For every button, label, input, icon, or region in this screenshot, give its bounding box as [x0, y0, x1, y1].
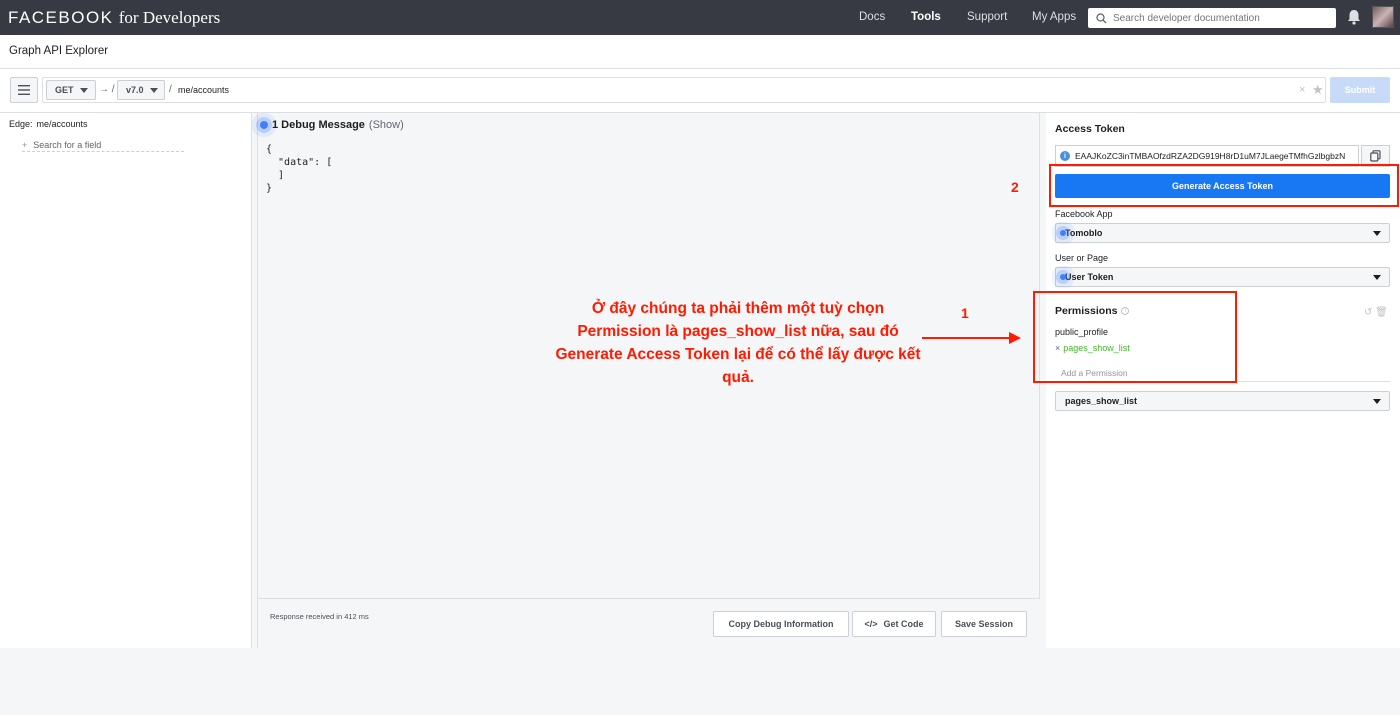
facebook-app-value: Tomoblo: [1065, 228, 1103, 238]
method-value: GET: [55, 85, 74, 95]
annotation-note: Ở đây chúng ta phải thêm một tuỳ chọn Pe…: [555, 300, 921, 386]
menu-button[interactable]: [10, 77, 38, 103]
edge-label: Edge:: [9, 119, 33, 129]
hamburger-icon: [18, 85, 30, 95]
brand-logo[interactable]: FACEBOOK for Developers: [8, 8, 220, 28]
path-separator: → /: [99, 84, 115, 95]
field-search[interactable]: + Search for a field: [22, 140, 184, 152]
user-or-page-value: User Token: [1065, 272, 1114, 282]
field-panel: Edge: me/accounts + Search for a field: [0, 113, 252, 648]
search-icon: [1096, 12, 1107, 23]
title-bar: Graph API Explorer: [0, 35, 1400, 69]
chevron-down-icon: [149, 87, 158, 93]
get-code-label: Get Code: [883, 619, 924, 629]
request-url-box: GET → / v7.0 / me/accounts × ★: [42, 77, 1326, 103]
get-code-button[interactable]: </> Get Code: [852, 611, 936, 637]
facebook-app-select[interactable]: Tomoblo: [1055, 223, 1390, 243]
path-input[interactable]: me/accounts: [178, 85, 229, 95]
highlight-dot-icon: [1060, 274, 1066, 280]
nav-support[interactable]: Support: [967, 11, 1007, 23]
chevron-down-icon: [1373, 231, 1381, 236]
response-json: { "data": [ ] }: [266, 144, 333, 194]
copy-debug-button[interactable]: Copy Debug Information: [713, 611, 849, 637]
page-title: Graph API Explorer: [9, 45, 109, 57]
undo-icon[interactable]: ↺: [1364, 307, 1372, 318]
highlight-dot-icon: [260, 121, 268, 129]
favorite-star-icon[interactable]: ★: [1312, 82, 1324, 98]
path-slash: /: [169, 84, 172, 95]
version-value: v7.0: [126, 85, 144, 95]
chevron-down-icon: [1373, 275, 1381, 280]
nav-tools[interactable]: Tools: [911, 11, 941, 23]
response-status: Response received in 412 ms: [270, 612, 369, 621]
code-icon: </>: [864, 619, 878, 629]
debug-show-toggle[interactable]: (Show): [369, 119, 404, 131]
trash-icon[interactable]: 🗑: [1375, 307, 1388, 318]
highlight-dot-icon: [1060, 230, 1066, 236]
permission-select[interactable]: pages_show_list: [1055, 391, 1390, 411]
doc-search[interactable]: [1088, 8, 1336, 28]
user-or-page-label: User or Page: [1055, 253, 1109, 263]
version-select[interactable]: v7.0: [117, 80, 165, 100]
annotation-number-2: 2: [1011, 179, 1019, 195]
access-token-label: Access Token: [1055, 123, 1125, 135]
annotation-number-1: 1: [961, 305, 969, 321]
save-session-button[interactable]: Save Session: [941, 611, 1027, 637]
permission-tools: ↺ 🗑: [1364, 307, 1388, 318]
copy-icon: [1370, 150, 1381, 162]
top-nav-bar: FACEBOOK for Developers Docs Tools Suppo…: [0, 0, 1400, 35]
edge-line: Edge: me/accounts: [9, 119, 88, 129]
annotation-box-generate: [1049, 164, 1399, 207]
annotation-arrow: [922, 337, 1012, 339]
facebook-app-label: Facebook App: [1055, 209, 1113, 219]
debug-message-title: 1 Debug Message: [272, 119, 365, 131]
annotation-arrow-head: [1009, 332, 1021, 344]
chevron-down-icon: [1373, 399, 1381, 404]
request-bar: GET → / v7.0 / me/accounts × ★ Submit: [0, 69, 1400, 113]
edge-value: me/accounts: [36, 119, 88, 129]
field-search-placeholder: Search for a field: [33, 140, 102, 150]
search-input[interactable]: [1113, 12, 1323, 24]
brand-sub: for Developers: [118, 8, 221, 27]
chevron-down-icon: [79, 87, 88, 93]
debug-message-header[interactable]: 1 Debug Message (Show): [260, 119, 404, 131]
info-icon[interactable]: i: [1060, 151, 1070, 161]
method-select[interactable]: GET: [46, 80, 96, 100]
permission-select-value: pages_show_list: [1065, 396, 1138, 406]
page-footer-area: [0, 649, 1400, 715]
annotation-box-permissions: [1033, 291, 1237, 383]
plus-icon: +: [22, 140, 28, 150]
user-or-page-select[interactable]: User Token: [1055, 267, 1390, 287]
nav-my-apps[interactable]: My Apps: [1032, 11, 1076, 23]
nav-docs[interactable]: Docs: [859, 11, 885, 23]
clear-icon[interactable]: ×: [1299, 84, 1305, 96]
submit-button[interactable]: Submit: [1330, 77, 1390, 103]
response-footer: Response received in 412 ms Copy Debug I…: [258, 598, 1040, 648]
notifications-bell-icon[interactable]: [1347, 9, 1361, 25]
avatar[interactable]: [1372, 6, 1394, 28]
brand-main: FACEBOOK: [8, 8, 114, 27]
access-token-value: EAAJKoZC3inTMBAOfzdRZA2DG919H8rD1uM7JLae…: [1075, 151, 1346, 161]
